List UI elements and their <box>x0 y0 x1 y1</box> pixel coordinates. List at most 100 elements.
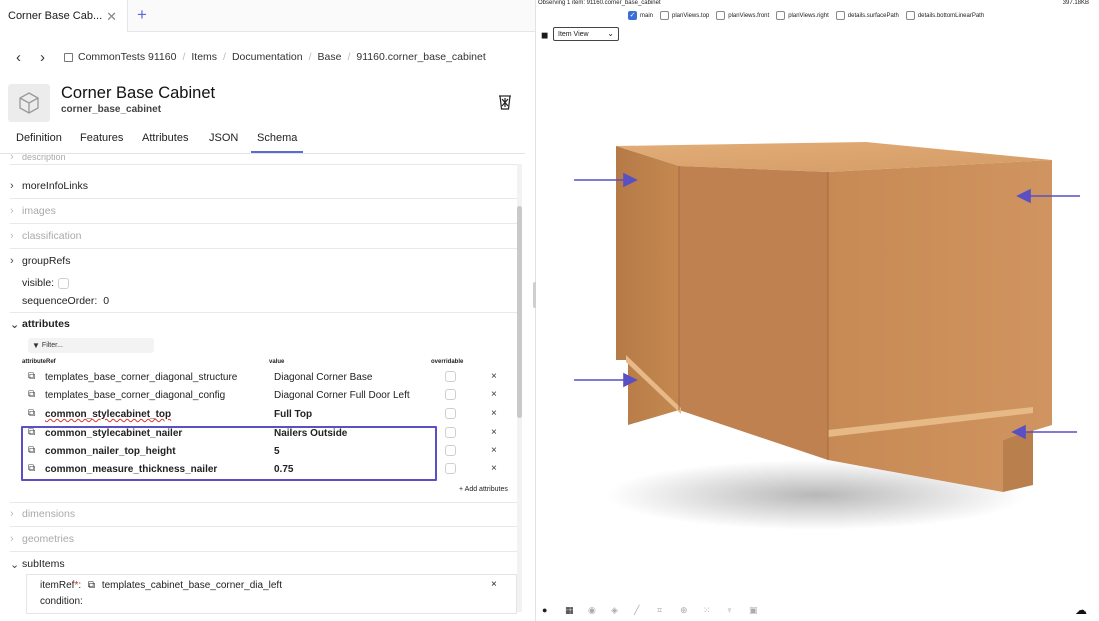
tab-corner-base-cabinet[interactable]: Corner Base Cab... ✕ <box>0 0 128 32</box>
external-link-icon[interactable]: ⧉ <box>28 408 35 419</box>
subitem-ref-row: itemRef*: ⧉ templates_cabinet_base_corne… <box>40 580 282 591</box>
chevron-right-icon: › <box>10 533 14 545</box>
tree-row-subitems[interactable]: ⌄ subItems <box>10 554 517 574</box>
condition-label: condition: <box>40 596 83 607</box>
tree-label: images <box>22 205 56 217</box>
cube-icon[interactable]: ◈ <box>611 605 634 616</box>
external-link-icon[interactable]: ⧉ <box>28 371 35 382</box>
dots-icon[interactable]: ⁙ <box>703 605 726 616</box>
breadcrumb-item[interactable]: Documentation <box>232 51 303 63</box>
target-icon[interactable]: ⊕ <box>680 605 703 616</box>
remove-attribute-button[interactable]: × <box>491 371 497 382</box>
overridable-checkbox[interactable] <box>445 427 456 438</box>
remove-subitem-button[interactable]: × <box>491 579 497 590</box>
image-icon[interactable]: ▣ <box>749 605 772 616</box>
external-link-icon[interactable]: ⧉ <box>88 580 95 591</box>
attribute-value[interactable]: Full Top <box>274 409 312 420</box>
overridable-checkbox[interactable] <box>445 408 456 419</box>
divider <box>10 164 517 165</box>
overridable-checkbox[interactable] <box>445 463 456 474</box>
field-visible: visible: <box>22 273 517 293</box>
tab-label: Corner Base Cab... <box>8 10 103 22</box>
viewer-toolbar: ● ▦ ◉ ◈ ╱ ⌗ ⊕ ⁙ ♆ ▣ <box>542 603 772 617</box>
palette-icon[interactable]: ● <box>542 605 565 615</box>
cabinet-leg <box>1003 430 1033 492</box>
cube-icon <box>8 84 50 122</box>
tab-features[interactable]: Features <box>80 132 123 153</box>
app-root: Corner Base Cab... ✕ + ‹ › CommonTests 9… <box>0 0 1099 621</box>
tree-row-moreinfolinks[interactable]: › moreInfoLinks <box>10 176 517 196</box>
column-header-ref: attributeRef <box>22 359 56 365</box>
divider <box>10 248 517 249</box>
remove-attribute-button[interactable]: × <box>491 408 497 419</box>
attribute-row: ⧉ common_stylecabinet_top Full Top × <box>24 406 504 424</box>
divider <box>10 551 517 552</box>
itemref-label: itemRef <box>40 580 75 591</box>
breadcrumb-separator: / <box>182 51 186 63</box>
cabinet-diagonal-face <box>679 166 828 460</box>
field-sequence-order: sequenceOrder: 0 <box>22 291 517 311</box>
overridable-checkbox[interactable] <box>445 371 456 382</box>
brush-icon[interactable]: ╱ <box>634 605 657 616</box>
close-icon[interactable]: ✕ <box>106 9 117 25</box>
tab-json[interactable]: JSON <box>209 132 238 153</box>
grid-icon[interactable]: ▦ <box>565 605 588 616</box>
compass-icon[interactable]: ◉ <box>588 605 611 616</box>
filter-icon: ▼ <box>32 341 40 350</box>
attribute-ref[interactable]: common_stylecabinet_top <box>45 409 171 420</box>
remove-attribute-button[interactable]: × <box>491 389 497 400</box>
visible-label: visible: <box>22 277 55 289</box>
back-icon[interactable]: ‹ <box>16 49 40 66</box>
attribute-value[interactable]: Diagonal Corner Full Door Left <box>274 390 410 401</box>
breadcrumb-item[interactable]: Base <box>318 51 342 63</box>
tree-row-images[interactable]: › images <box>10 201 517 221</box>
remove-attribute-button[interactable]: × <box>491 445 497 456</box>
tree-row-geometries[interactable]: › geometries <box>10 529 517 549</box>
tree-label: geometries <box>22 533 74 545</box>
sequence-order-value[interactable]: 0 <box>103 295 109 307</box>
attribute-row: ⧉ templates_base_corner_diagonal_structu… <box>24 369 504 387</box>
column-header-value: value <box>269 359 285 365</box>
attribute-value[interactable]: Diagonal Corner Base <box>274 372 372 383</box>
forward-icon[interactable]: › <box>40 49 64 66</box>
overridable-checkbox[interactable] <box>445 445 456 456</box>
trash-icon[interactable] <box>498 94 512 115</box>
add-attributes-button[interactable]: + Add attributes <box>459 486 508 493</box>
itemref-value[interactable]: templates_cabinet_base_corner_dia_left <box>102 580 282 591</box>
editor-panel: Corner Base Cab... ✕ + ‹ › CommonTests 9… <box>0 0 535 621</box>
tree-row-classification[interactable]: › classification <box>10 226 517 246</box>
tab-schema[interactable]: Schema <box>251 132 304 153</box>
chevron-down-icon: ⌄ <box>10 318 20 331</box>
tree-label: groupRefs <box>22 255 71 267</box>
divider <box>10 502 517 503</box>
attribute-ref[interactable]: templates_base_corner_diagonal_config <box>45 390 225 401</box>
tree-row-dimensions[interactable]: › dimensions <box>10 504 517 524</box>
external-link-icon[interactable]: ⧉ <box>28 389 35 400</box>
breadcrumb-separator: / <box>347 51 351 63</box>
tab-definition[interactable]: Definition <box>16 132 62 153</box>
viewer-panel: Observing 1 item: 91160.corner_base_cabi… <box>536 0 1099 621</box>
crop-icon[interactable]: ⌗ <box>657 605 680 616</box>
hierarchy-icon[interactable]: ♆ <box>726 605 749 615</box>
breadcrumb-item[interactable]: CommonTests 91160 <box>78 51 176 63</box>
scrollbar-thumb[interactable] <box>517 206 522 418</box>
attribute-ref[interactable]: templates_base_corner_diagonal_structure <box>45 372 237 383</box>
tab-attributes[interactable]: Attributes <box>142 132 188 153</box>
3d-viewport[interactable] <box>536 0 1099 621</box>
breadcrumb-item[interactable]: 91160.corner_base_cabinet <box>356 51 485 63</box>
tree-row-attributes[interactable]: ⌄ attributes <box>10 314 517 334</box>
tree-row-description[interactable]: › description <box>10 154 517 163</box>
visible-checkbox[interactable] <box>58 277 70 289</box>
cloud-download-icon[interactable]: ☁ <box>1075 603 1087 617</box>
remove-attribute-button[interactable]: × <box>491 463 497 474</box>
tree-row-grouprefs[interactable]: › groupRefs <box>10 251 517 271</box>
remove-attribute-button[interactable]: × <box>491 427 497 438</box>
chevron-right-icon: › <box>10 205 14 217</box>
divider <box>10 223 517 224</box>
page-title: Corner Base Cabinet <box>61 84 216 102</box>
plus-icon[interactable]: + <box>137 5 147 25</box>
colon: : <box>78 580 82 591</box>
breadcrumb-item[interactable]: Items <box>191 51 217 63</box>
overridable-checkbox[interactable] <box>445 389 456 400</box>
filter-input[interactable]: ▼ Filter... <box>28 338 154 353</box>
